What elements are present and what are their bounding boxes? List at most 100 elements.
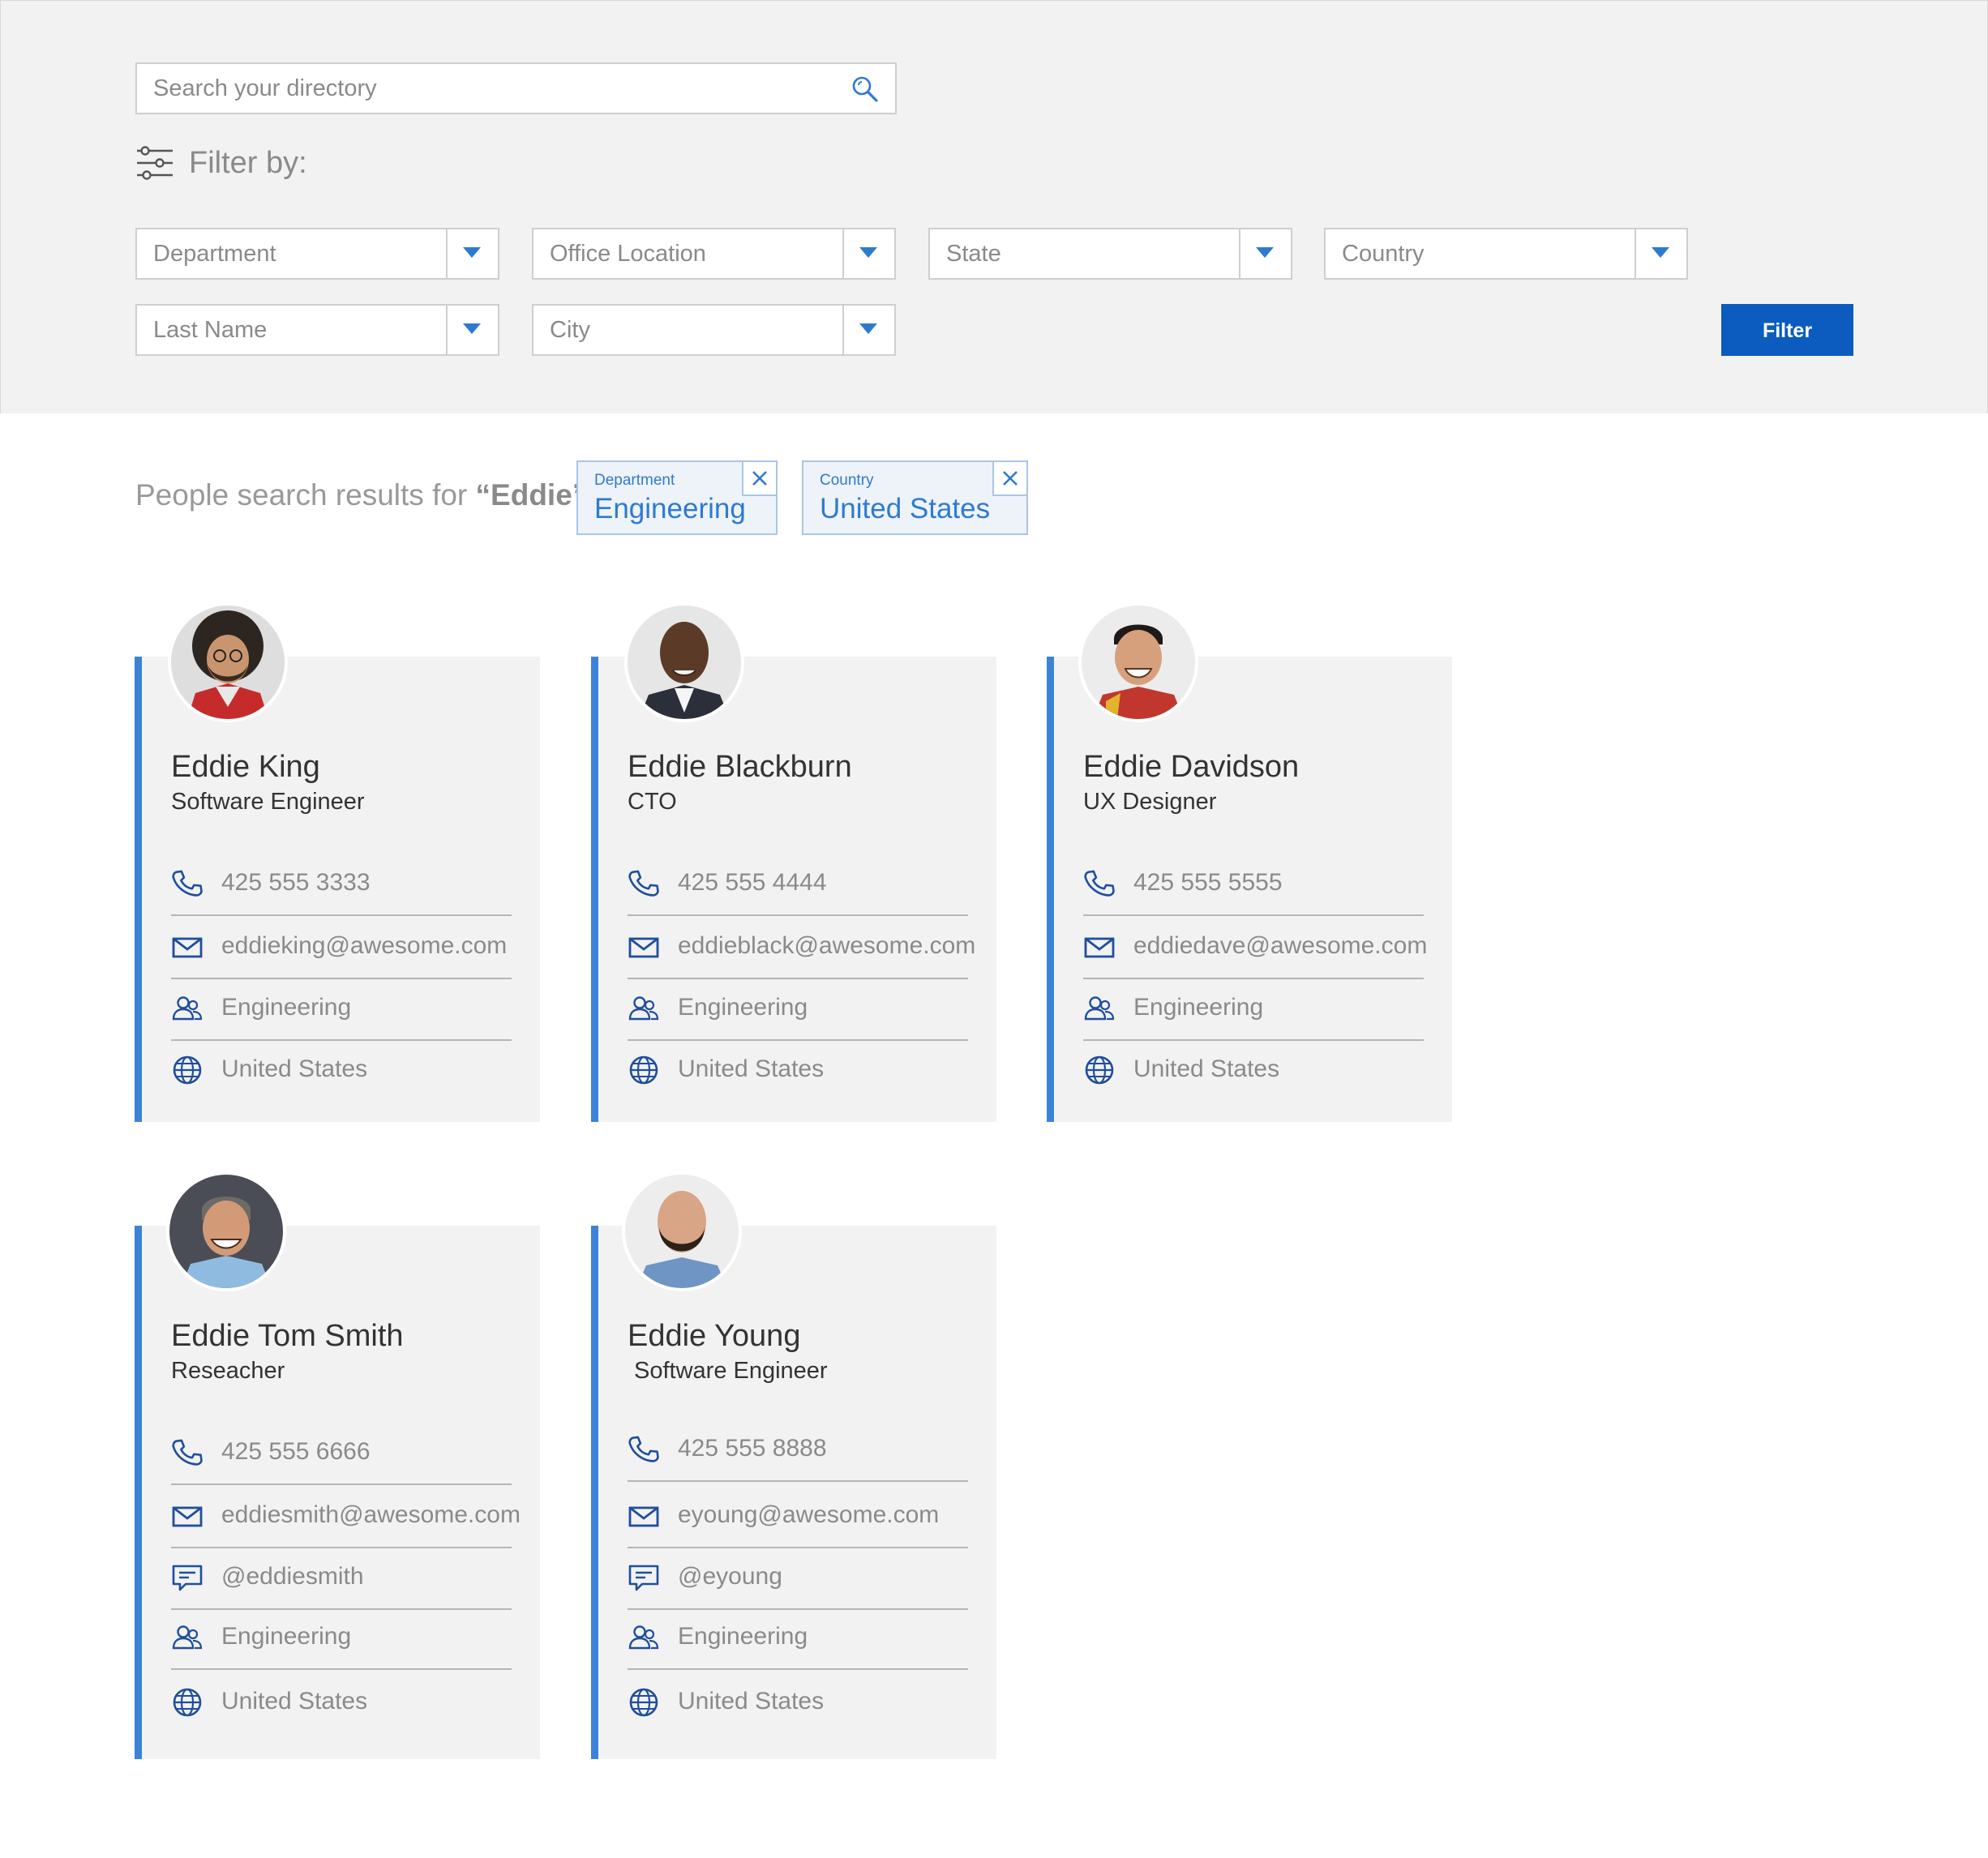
- chat-handle[interactable]: @eyoung: [678, 1563, 782, 1590]
- active-filter-chip: Country United States: [802, 460, 1028, 535]
- globe-icon: [171, 1686, 204, 1719]
- chat-icon: [628, 1561, 660, 1594]
- dropdown-label: Country: [1342, 241, 1425, 267]
- globe-icon: [1083, 1054, 1116, 1086]
- active-filter-chip: Department Engineering: [576, 460, 778, 535]
- people-icon: [171, 1621, 204, 1654]
- country-text: United States: [678, 1055, 825, 1082]
- chevron-down-icon: [1256, 247, 1274, 258]
- results-prefix: People search results for: [135, 478, 476, 512]
- country-row: United States: [1083, 1039, 1424, 1101]
- email-icon: [171, 1500, 204, 1532]
- person-title: UX Designer: [1083, 789, 1217, 815]
- filter-sliders-icon: [137, 146, 173, 180]
- phone-icon: [628, 1433, 660, 1466]
- department-row: Engineering: [628, 1607, 968, 1670]
- results-heading: People search results for “Eddie”: [135, 478, 587, 512]
- country-row: United States: [628, 1039, 968, 1101]
- person-title: Software Engineer: [171, 789, 365, 815]
- person-card[interactable]: Eddie Young Software Engineer 425 555 88…: [591, 1226, 996, 1759]
- country-row: United States: [628, 1672, 968, 1733]
- phone-number[interactable]: 425 555 5555: [1133, 869, 1283, 897]
- avatar: [1078, 602, 1198, 722]
- department-row: Engineering: [1083, 978, 1424, 1041]
- chip-remove-button[interactable]: [742, 460, 778, 496]
- globe-icon: [628, 1054, 660, 1086]
- country-row: United States: [171, 1039, 512, 1101]
- phone-icon: [1083, 867, 1116, 900]
- people-icon: [1083, 992, 1116, 1025]
- country-row: United States: [171, 1672, 512, 1733]
- email-address[interactable]: eddieking@awesome.com: [221, 932, 507, 960]
- dropdown-label: City: [550, 317, 590, 343]
- dropdown-toggle[interactable]: [842, 229, 894, 278]
- people-icon: [628, 1621, 660, 1654]
- country-text: United States: [678, 1688, 825, 1715]
- dropdown-label: Department: [153, 241, 276, 267]
- chat-row: @eyoung: [628, 1547, 968, 1610]
- chat-handle[interactable]: @eddiesmith: [221, 1563, 364, 1590]
- phone-number[interactable]: 425 555 3333: [221, 869, 371, 897]
- department-row: Engineering: [171, 1607, 512, 1670]
- phone-number[interactable]: 425 555 4444: [678, 869, 827, 897]
- chip-remove-button[interactable]: [992, 460, 1028, 496]
- department-row: Engineering: [171, 978, 512, 1041]
- phone-number[interactable]: 425 555 6666: [221, 1438, 371, 1466]
- email-row: eddieblack@awesome.com: [628, 916, 975, 979]
- search-box[interactable]: [135, 62, 897, 114]
- dropdown-toggle[interactable]: [446, 229, 498, 278]
- department-text: Engineering: [221, 994, 352, 1021]
- avatar: [166, 1171, 286, 1291]
- person-name: Eddie Blackburn: [628, 750, 852, 784]
- dropdown-toggle[interactable]: [842, 306, 894, 354]
- chevron-down-icon: [463, 323, 481, 334]
- department-text: Engineering: [1133, 994, 1264, 1021]
- people-icon: [628, 992, 660, 1025]
- office-location-dropdown[interactable]: Office Location: [532, 228, 896, 280]
- dropdown-toggle[interactable]: [446, 306, 498, 354]
- email-icon: [171, 931, 204, 963]
- phone-row: 425 555 3333: [171, 853, 512, 916]
- email-address[interactable]: eddieblack@awesome.com: [678, 932, 975, 960]
- person-name: Eddie Tom Smith: [171, 1319, 404, 1353]
- chip-value: United States: [820, 493, 991, 524]
- last-name-dropdown[interactable]: Last Name: [135, 304, 499, 356]
- email-address[interactable]: eddiedave@awesome.com: [1133, 932, 1427, 960]
- person-card[interactable]: Eddie Davidson UX Designer 425 555 5555 …: [1047, 657, 1452, 1122]
- phone-row: 425 555 5555: [1083, 853, 1424, 916]
- country-text: United States: [1133, 1055, 1280, 1082]
- chevron-down-icon: [859, 247, 877, 258]
- phone-icon: [171, 1436, 204, 1469]
- chip-label: Country: [820, 472, 874, 489]
- avatar: [168, 602, 288, 722]
- search-input[interactable]: [137, 64, 834, 113]
- person-card[interactable]: Eddie King Software Engineer 425 555 333…: [135, 657, 540, 1122]
- state-dropdown[interactable]: State: [928, 228, 1292, 280]
- person-card[interactable]: Eddie Blackburn CTO 425 555 4444 eddiebl…: [591, 657, 996, 1122]
- filter-button[interactable]: Filter: [1721, 304, 1853, 356]
- dropdown-label: Last Name: [153, 317, 268, 343]
- search-icon[interactable]: [851, 75, 879, 103]
- phone-row: 425 555 8888: [628, 1419, 968, 1482]
- person-name: Eddie King: [171, 750, 320, 784]
- dropdown-label: State: [946, 241, 1001, 267]
- person-card[interactable]: Eddie Tom Smith Reseacher 425 555 6666 e…: [135, 1226, 540, 1759]
- email-row: eddiedave@awesome.com: [1083, 916, 1427, 979]
- chat-icon: [171, 1561, 204, 1594]
- department-text: Engineering: [678, 994, 808, 1021]
- chat-row: @eddiesmith: [171, 1547, 512, 1610]
- dropdown-toggle[interactable]: [1635, 229, 1686, 278]
- phone-number[interactable]: 425 555 8888: [678, 1435, 827, 1462]
- email-address[interactable]: eddiesmith@awesome.com: [221, 1501, 521, 1529]
- close-icon: [752, 471, 767, 486]
- email-row: eyoung@awesome.com: [628, 1485, 968, 1548]
- country-text: United States: [221, 1055, 368, 1082]
- email-address[interactable]: eyoung@awesome.com: [678, 1501, 939, 1529]
- country-dropdown[interactable]: Country: [1324, 228, 1688, 280]
- department-dropdown[interactable]: Department: [135, 228, 499, 280]
- city-dropdown[interactable]: City: [532, 304, 896, 356]
- dropdown-toggle[interactable]: [1239, 229, 1291, 278]
- phone-icon: [628, 867, 660, 900]
- department-row: Engineering: [628, 978, 968, 1041]
- dropdown-label: Office Location: [550, 241, 706, 267]
